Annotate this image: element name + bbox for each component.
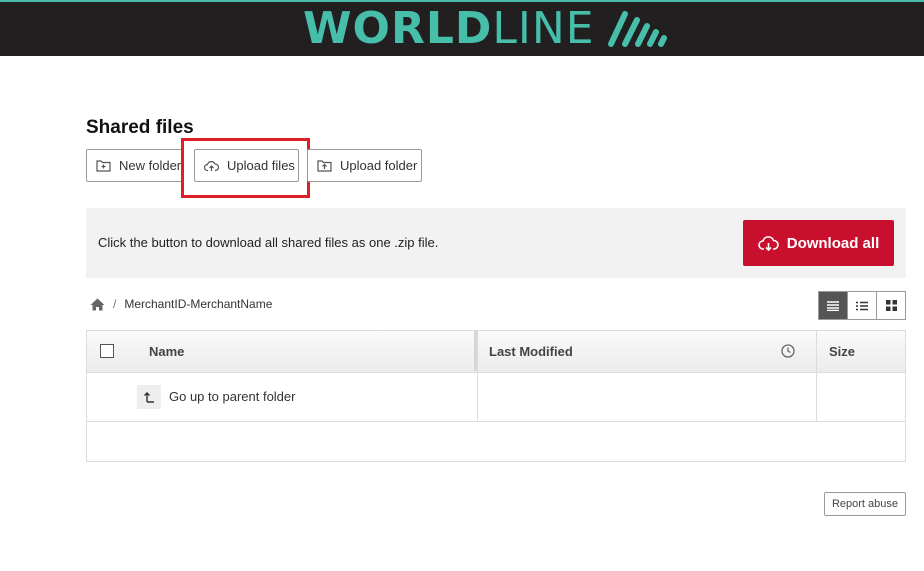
download-all-panel: Click the button to download all shared … [86,208,906,278]
download-all-button[interactable]: Download all [743,220,894,266]
parent-folder-icon [137,385,161,409]
upload-folder-label: Upload folder [340,158,418,173]
column-header-name[interactable]: Name [149,344,184,359]
parent-folder-link[interactable]: Go up to parent folder [169,389,295,404]
breadcrumb-current[interactable]: MerchantID-MerchantName [124,297,272,311]
list-view-button[interactable] [848,292,877,319]
file-table: Name Last Modified Size Go up to parent … [86,330,906,462]
grid-view-button[interactable] [877,292,905,319]
breadcrumb: / MerchantID-MerchantName [90,297,272,311]
logo-text-light: LINE [492,2,595,54]
cloud-download-icon [757,235,779,251]
folder-plus-icon [96,160,111,172]
header-bar: WORLD LINE [0,0,924,56]
details-view-icon [827,300,839,311]
upload-files-highlight [181,138,310,198]
worldline-logo[interactable]: WORLD LINE [303,2,685,54]
column-header-size[interactable]: Size [829,344,855,359]
logo-text-bold: WORLD [303,2,493,54]
report-abuse-button[interactable]: Report abuse [824,492,906,516]
grid-view-icon [885,300,897,311]
list-view-icon [856,301,868,310]
folder-upload-icon [317,160,332,172]
download-description: Click the button to download all shared … [98,235,439,250]
table-row[interactable]: Go up to parent folder [87,372,905,422]
select-all-checkbox[interactable] [100,344,114,358]
home-icon[interactable] [90,298,105,311]
download-all-label: Download all [786,234,880,252]
breadcrumb-separator: / [113,297,117,311]
clock-icon[interactable] [781,344,795,358]
arrow-up-left-icon [144,392,154,403]
new-folder-label: New folder [119,158,182,173]
upload-folder-button[interactable]: Upload folder [307,149,422,182]
view-mode-switcher [818,291,906,320]
logo-waves-icon [607,11,667,47]
table-header: Name Last Modified Size [87,331,905,373]
new-folder-button[interactable]: New folder [86,149,184,182]
page-title: Shared files [86,117,194,138]
column-header-last-modified[interactable]: Last Modified [489,344,573,359]
details-view-button[interactable] [819,292,848,319]
